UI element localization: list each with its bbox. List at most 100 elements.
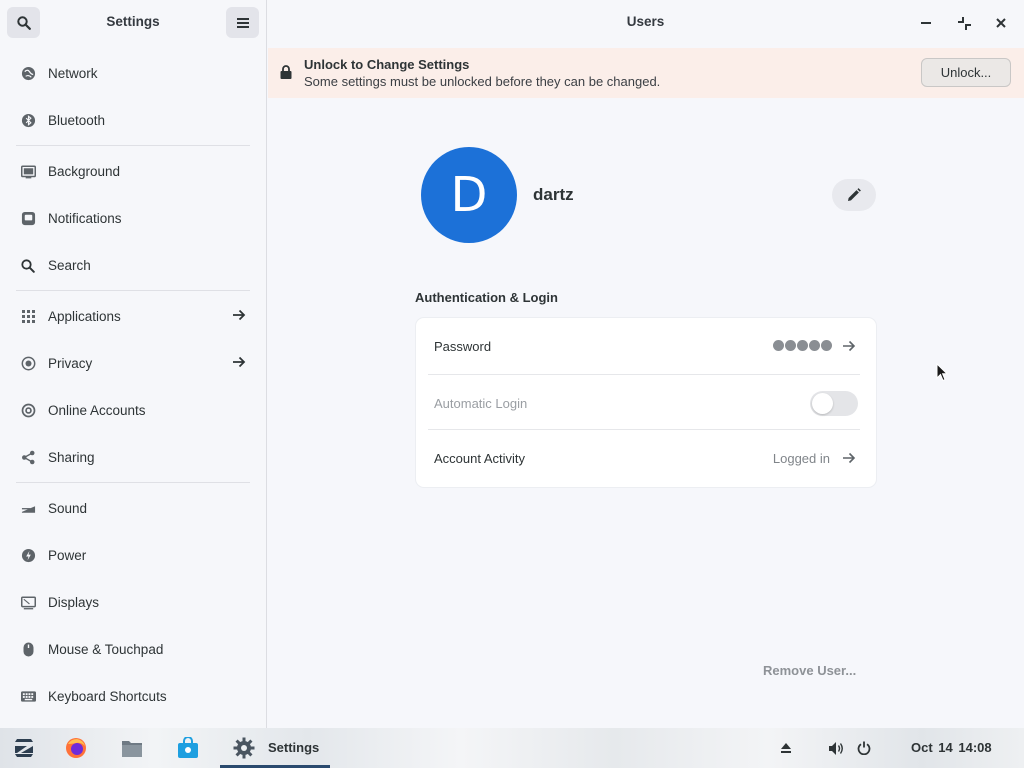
software-store-launcher[interactable]	[176, 736, 200, 760]
window-title: Users	[626, 14, 665, 29]
sidebar-item-label: Bluetooth	[48, 113, 106, 128]
sidebar-separator	[16, 290, 250, 291]
sharing-icon	[20, 450, 36, 466]
minimize-button[interactable]	[916, 13, 936, 33]
main-menu-button[interactable]	[226, 7, 259, 38]
sidebar-item-label: Background	[48, 164, 121, 179]
sidebar-item-label: Privacy	[48, 356, 93, 371]
displays-icon	[20, 595, 36, 611]
sidebar-item-network[interactable]: Network	[0, 50, 266, 97]
auth-section-title: Authentication & Login	[415, 290, 558, 305]
sidebar-header: Settings	[0, 0, 266, 45]
keyboard-icon	[20, 689, 36, 705]
store-bag-icon	[178, 737, 198, 758]
clock[interactable]: Oct 14 14:08	[911, 740, 992, 755]
settings-task-button[interactable]	[232, 736, 256, 760]
sidebar-item-sound[interactable]: Sound	[0, 485, 266, 532]
password-dot	[821, 340, 832, 351]
firefox-launcher[interactable]	[64, 736, 88, 760]
mouse-icon	[20, 642, 36, 658]
sidebar-separator	[16, 482, 250, 483]
applications-icon	[20, 309, 36, 325]
sidebar-item-bluetooth[interactable]: Bluetooth	[0, 97, 266, 144]
close-icon	[996, 18, 1006, 28]
sidebar-item-displays[interactable]: Displays	[0, 579, 266, 626]
account-activity-row[interactable]: Account Activity Logged in	[416, 430, 876, 485]
volume-button[interactable]	[824, 736, 848, 760]
search-icon	[20, 258, 36, 274]
title-bar: Users	[267, 0, 1024, 45]
remove-user-button[interactable]: Remove User...	[763, 663, 856, 678]
password-dot	[809, 340, 820, 351]
volume-icon	[828, 741, 843, 755]
restore-icon	[957, 16, 971, 30]
password-dots	[773, 340, 832, 351]
sidebar-separator	[16, 145, 250, 146]
account-activity-value: Logged in	[772, 451, 830, 466]
sidebar-item-label: Applications	[48, 309, 121, 324]
eject-icon	[781, 743, 791, 753]
password-dot	[785, 340, 796, 351]
lock-icon	[280, 65, 292, 82]
background-icon	[20, 164, 36, 180]
files-launcher[interactable]	[120, 736, 144, 760]
username: dartz	[533, 185, 574, 204]
sidebar-item-privacy[interactable]: Privacy	[0, 340, 266, 387]
unlock-infobar: Unlock to Change Settings Some settings …	[268, 48, 1024, 98]
sidebar-item-mouse-touchpad[interactable]: Mouse & Touchpad	[0, 626, 266, 673]
arrow-right-icon	[232, 355, 246, 372]
avatar[interactable]: D	[421, 147, 517, 243]
arrow-right-icon	[842, 339, 856, 356]
arrow-right-icon	[232, 308, 246, 325]
sidebar-item-notifications[interactable]: Notifications	[0, 195, 266, 242]
taskbar: Settings Oct 14 14:08	[0, 728, 1024, 768]
sidebar-item-sharing[interactable]: Sharing	[0, 434, 266, 481]
password-dot	[773, 340, 784, 351]
sidebar-item-label: Sound	[48, 501, 88, 516]
password-row[interactable]: Password	[416, 318, 876, 373]
sidebar-item-label: Power	[48, 548, 87, 563]
sidebar-item-label: Mouse & Touchpad	[48, 642, 164, 657]
password-dot	[797, 340, 808, 351]
zorin-menu-button[interactable]	[12, 736, 36, 760]
auth-card: Password Automatic Login Account Activit…	[416, 318, 876, 487]
sidebar-item-background[interactable]: Background	[0, 148, 266, 195]
sidebar-item-label: Search	[48, 258, 91, 273]
privacy-icon	[20, 356, 36, 372]
notifications-icon	[20, 211, 36, 227]
switch-knob	[812, 393, 833, 414]
sidebar-item-power[interactable]: Power	[0, 532, 266, 579]
sidebar-item-label: Sharing	[48, 450, 95, 465]
sidebar-list: Network Bluetooth Background Notificatio…	[0, 50, 266, 720]
sidebar-item-applications[interactable]: Applications	[0, 293, 266, 340]
sidebar-item-online-accounts[interactable]: Online Accounts	[0, 387, 266, 434]
active-app-label[interactable]: Settings	[268, 740, 319, 755]
sidebar-item-search[interactable]: Search	[0, 242, 266, 289]
sidebar-item-label: Notifications	[48, 211, 122, 226]
automatic-login-row: Automatic Login	[416, 375, 876, 430]
close-button[interactable]	[991, 13, 1011, 33]
infobar-title: Unlock to Change Settings	[304, 57, 470, 72]
sidebar-item-label: Keyboard Shortcuts	[48, 689, 167, 704]
automatic-login-label: Automatic Login	[434, 396, 528, 411]
zorin-logo-icon	[15, 739, 33, 757]
power-icon	[20, 548, 36, 564]
sidebar-item-label: Online Accounts	[48, 403, 146, 418]
sidebar: Settings Network Bluetooth Background No…	[0, 0, 267, 728]
minimize-icon	[921, 22, 931, 24]
folder-icon	[122, 741, 142, 757]
restore-button[interactable]	[954, 13, 974, 33]
unlock-button[interactable]: Unlock...	[921, 58, 1011, 87]
arrow-right-icon	[842, 451, 856, 468]
power-menu-button[interactable]	[852, 736, 876, 760]
pencil-icon	[848, 188, 861, 201]
sidebar-item-keyboard-shortcuts[interactable]: Keyboard Shortcuts	[0, 673, 266, 720]
edit-name-button[interactable]	[832, 179, 876, 211]
account-activity-label: Account Activity	[434, 451, 526, 466]
mouse-pointer-icon	[936, 362, 949, 386]
sidebar-item-label: Network	[48, 66, 98, 81]
eject-button[interactable]	[774, 736, 798, 760]
online-accounts-icon	[20, 403, 36, 419]
gear-icon	[233, 737, 255, 759]
automatic-login-switch[interactable]	[810, 391, 858, 416]
